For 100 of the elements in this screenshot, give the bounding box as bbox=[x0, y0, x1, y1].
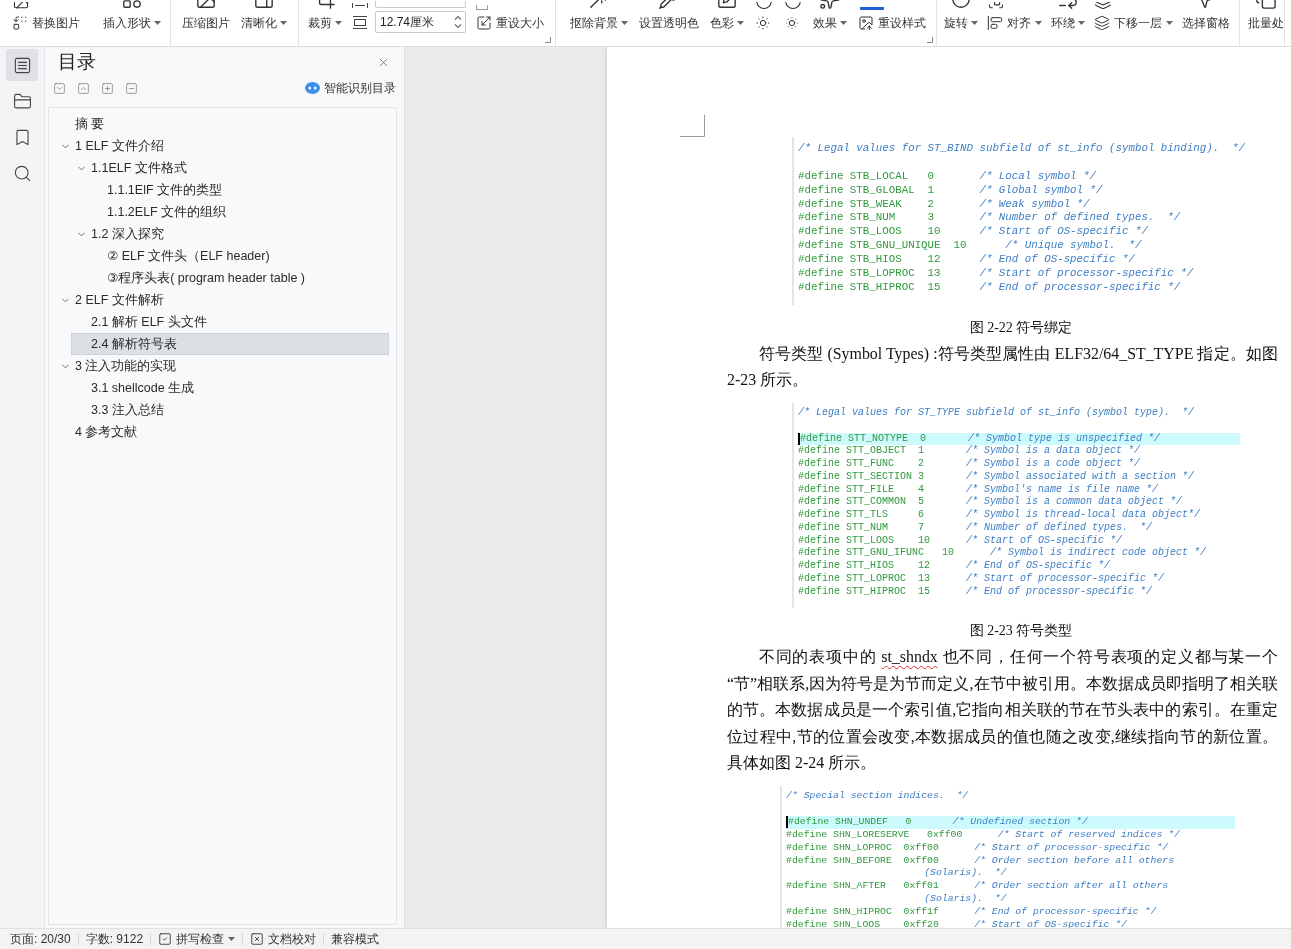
width-icon bbox=[352, 3, 368, 8]
toc-item[interactable]: ② ELF 文件头（ELF header) bbox=[87, 245, 273, 267]
code-line: #define STT_GNU_IFUNC 10 /* Symbol is indirect code object */ bbox=[798, 547, 1207, 560]
code-line: #define SHN_LORESERVE 0xff00 /* Start of reserved indices */ bbox=[786, 828, 1180, 842]
status-button[interactable]: 文档校对 bbox=[250, 930, 317, 948]
square-plus-icon[interactable] bbox=[101, 81, 114, 95]
code-line: #define STB_WEAK 2 /* Weak symbol */ bbox=[798, 197, 1090, 212]
body-paragraph: 符号类型 (Symbol Types) :符号类型属性由 ELF32/64_ST_TYPE 指定。如图 2-23 所示。 bbox=[727, 343, 1278, 391]
toc-item[interactable]: 摘 要 bbox=[55, 113, 108, 135]
square-chevron-down-icon[interactable] bbox=[53, 81, 66, 95]
copy-icon bbox=[1255, 0, 1277, 10]
status-button[interactable]: 兼容模式 bbox=[331, 930, 380, 948]
height-icon bbox=[352, 15, 368, 29]
toc-item[interactable]: 3.3 注入总结 bbox=[71, 399, 167, 421]
code-line: #define SHN_BEFORE 0xff00 /* Order section before all others bbox=[786, 854, 1174, 868]
code-line: #define STT_FUNC 2 /* Symbol is a code object */ bbox=[798, 458, 1141, 471]
smart-toc-button[interactable]: 智能识别目录 bbox=[305, 79, 396, 97]
toc-item[interactable]: 1.2 深入探究 bbox=[71, 223, 167, 245]
text-cursor-icon bbox=[798, 433, 800, 446]
ribbon-button[interactable]: 批量处 bbox=[1248, 0, 1284, 32]
checkbox-tick-icon bbox=[158, 932, 173, 946]
search-icon bbox=[12, 163, 32, 183]
square-chevron-up-icon[interactable] bbox=[77, 81, 90, 95]
toc-item[interactable]: 1 ELF 文件介绍 bbox=[55, 135, 167, 157]
square-minus-icon[interactable] bbox=[125, 81, 138, 95]
panel-title: 目录 bbox=[58, 50, 96, 74]
code-line: #define STB_LOCAL 0 /* Local symbol */ bbox=[798, 169, 1097, 184]
toc-item[interactable]: 2 ELF 文件解析 bbox=[55, 289, 167, 311]
group-icon[interactable] bbox=[987, 2, 1005, 10]
rotate-icon bbox=[950, 0, 972, 10]
launcher-icon[interactable] bbox=[927, 37, 933, 43]
ribbon-button[interactable]: 抠除背景 bbox=[570, 0, 628, 32]
ribbon-button[interactable]: 重设样式 bbox=[858, 14, 926, 32]
ribbon-button[interactable]: 插入形状 bbox=[103, 0, 161, 32]
code-line: #define STB_HIOS 12 /* End of OS-specific */ bbox=[798, 253, 1135, 268]
ribbon-button[interactable]: 对齐 bbox=[987, 14, 1042, 32]
width-field[interactable] bbox=[375, 1, 466, 8]
ribbon-button[interactable] bbox=[755, 14, 771, 32]
ribbon-button[interactable] bbox=[784, 14, 800, 32]
ribbon-button[interactable]: 色彩 bbox=[710, 0, 744, 32]
code-line: #define STT_LOOS 10 /* Start of OS-specific */ bbox=[798, 534, 1123, 547]
code-line: #define STB_GNU_UNIQUE 10 /* Unique symbol. */ bbox=[798, 239, 1142, 254]
ribbon-button[interactable]: 压缩图片 bbox=[182, 0, 230, 32]
toc-item[interactable]: 3 注入功能的实现 bbox=[55, 355, 180, 377]
height-field[interactable]: 12.74厘米 bbox=[375, 11, 466, 33]
pen-square-icon bbox=[716, 0, 738, 10]
toc-item[interactable]: 2.4 解析符号表 bbox=[71, 333, 389, 355]
code-line: #define STT_HIPROC 15 /* End of processor-specific */ bbox=[798, 585, 1153, 599]
toc-item[interactable]: 1.1ELF 文件格式 bbox=[71, 157, 190, 179]
shapes-icon bbox=[121, 0, 143, 10]
code-line: #define STT_NUM 7 /* Number of defined types. */ bbox=[798, 521, 1153, 535]
layers-icon bbox=[1094, 15, 1110, 31]
layers-icon[interactable] bbox=[1094, 2, 1112, 10]
status-button[interactable]: 字数: 9122 bbox=[85, 930, 144, 948]
code-line: #define STT_FILE 4 /* Symbol's name is file name */ bbox=[798, 483, 1159, 496]
code-line: #define STT_TLS 6 /* Symbol is thread-local data object*/ bbox=[798, 509, 1201, 522]
ribbon-button[interactable]: 选择窗格 bbox=[1182, 0, 1230, 32]
bot-face-icon bbox=[305, 82, 320, 94]
ribbon-button[interactable]: 旋转 bbox=[944, 0, 978, 32]
status-button[interactable]: 拼写检查 bbox=[158, 930, 236, 948]
rail-button[interactable] bbox=[6, 49, 38, 81]
code-line: #define STT_HIOS 12 /* End of OS-specific */ bbox=[798, 560, 1111, 573]
code-comment: /* Legal values for ST_BIND subfield of st_info (symbol binding). */ bbox=[798, 142, 1246, 156]
image-plus-icon[interactable] bbox=[12, 2, 30, 10]
ribbon-button[interactable]: 设置透明色 bbox=[639, 0, 699, 32]
corner-mark-icon bbox=[680, 115, 705, 137]
replace-icon bbox=[12, 15, 28, 31]
code-line: #define STB_LOPROC 13 /* Start of processor-specific */ bbox=[798, 267, 1194, 281]
ribbon-button[interactable]: 下移一层 bbox=[1094, 14, 1173, 32]
toc-item[interactable]: 1.1.2ELF 文件的组织 bbox=[87, 201, 230, 223]
ribbon-button[interactable]: 裁剪 bbox=[308, 0, 342, 32]
ribbon-button[interactable]: 效果 bbox=[813, 0, 847, 32]
code-line: #define STB_NUM 3 /* Number of defined types. */ bbox=[798, 211, 1181, 226]
launcher-icon[interactable] bbox=[545, 37, 551, 43]
code-line: #define STT_COMMON 5 /* Symbol is a common data object */ bbox=[798, 496, 1183, 509]
code-line: #define STB_HIPROC 15 /* End of processor-specific */ bbox=[798, 280, 1181, 295]
ribbon-button[interactable]: 重设大小 bbox=[476, 14, 544, 32]
code-line: #define STB_LOOS 10 /* Start of OS-specific */ bbox=[798, 225, 1148, 240]
code-line: #define SHN_LOPROC 0xff00 /* Start of processor-specific */ bbox=[786, 841, 1169, 855]
spinner-icon[interactable] bbox=[454, 15, 462, 29]
text-wrap-icon bbox=[1057, 0, 1079, 10]
toc-item[interactable]: ③程序头表( program header table ) bbox=[87, 267, 308, 289]
toc-item[interactable]: 3.1 shellcode 生成 bbox=[71, 377, 198, 399]
image-up-icon bbox=[858, 15, 874, 31]
dim-sun-icon bbox=[784, 15, 800, 31]
code-line: #define STT_SECTION 3 /* Symbol associated with a section */ bbox=[798, 470, 1195, 484]
panel-icon bbox=[253, 0, 275, 10]
status-button[interactable]: 页面: 20/30 bbox=[10, 930, 71, 948]
ribbon-button[interactable]: 环绕 bbox=[1051, 0, 1085, 32]
sun-icon bbox=[755, 15, 771, 31]
square-x-icon bbox=[250, 932, 265, 946]
toc-item[interactable]: 1.1.1ElF 文件的类型 bbox=[87, 179, 226, 201]
code-comment: /* Special section indices. */ bbox=[786, 790, 969, 803]
ribbon-button[interactable]: 替换图片 bbox=[12, 14, 80, 32]
code-line: #define STT_OBJECT 1 /* Symbol is a data object */ bbox=[798, 445, 1141, 458]
toc-item[interactable]: 2.1 解析 ELF 头文件 bbox=[71, 311, 210, 333]
figure-caption: 图 2-22 符号绑定 bbox=[969, 318, 1073, 337]
ribbon-button[interactable]: 清晰化 bbox=[241, 0, 287, 32]
toc-item[interactable]: 4 参考文献 bbox=[55, 421, 141, 443]
code-line: (Solaris). */ bbox=[923, 867, 1007, 881]
